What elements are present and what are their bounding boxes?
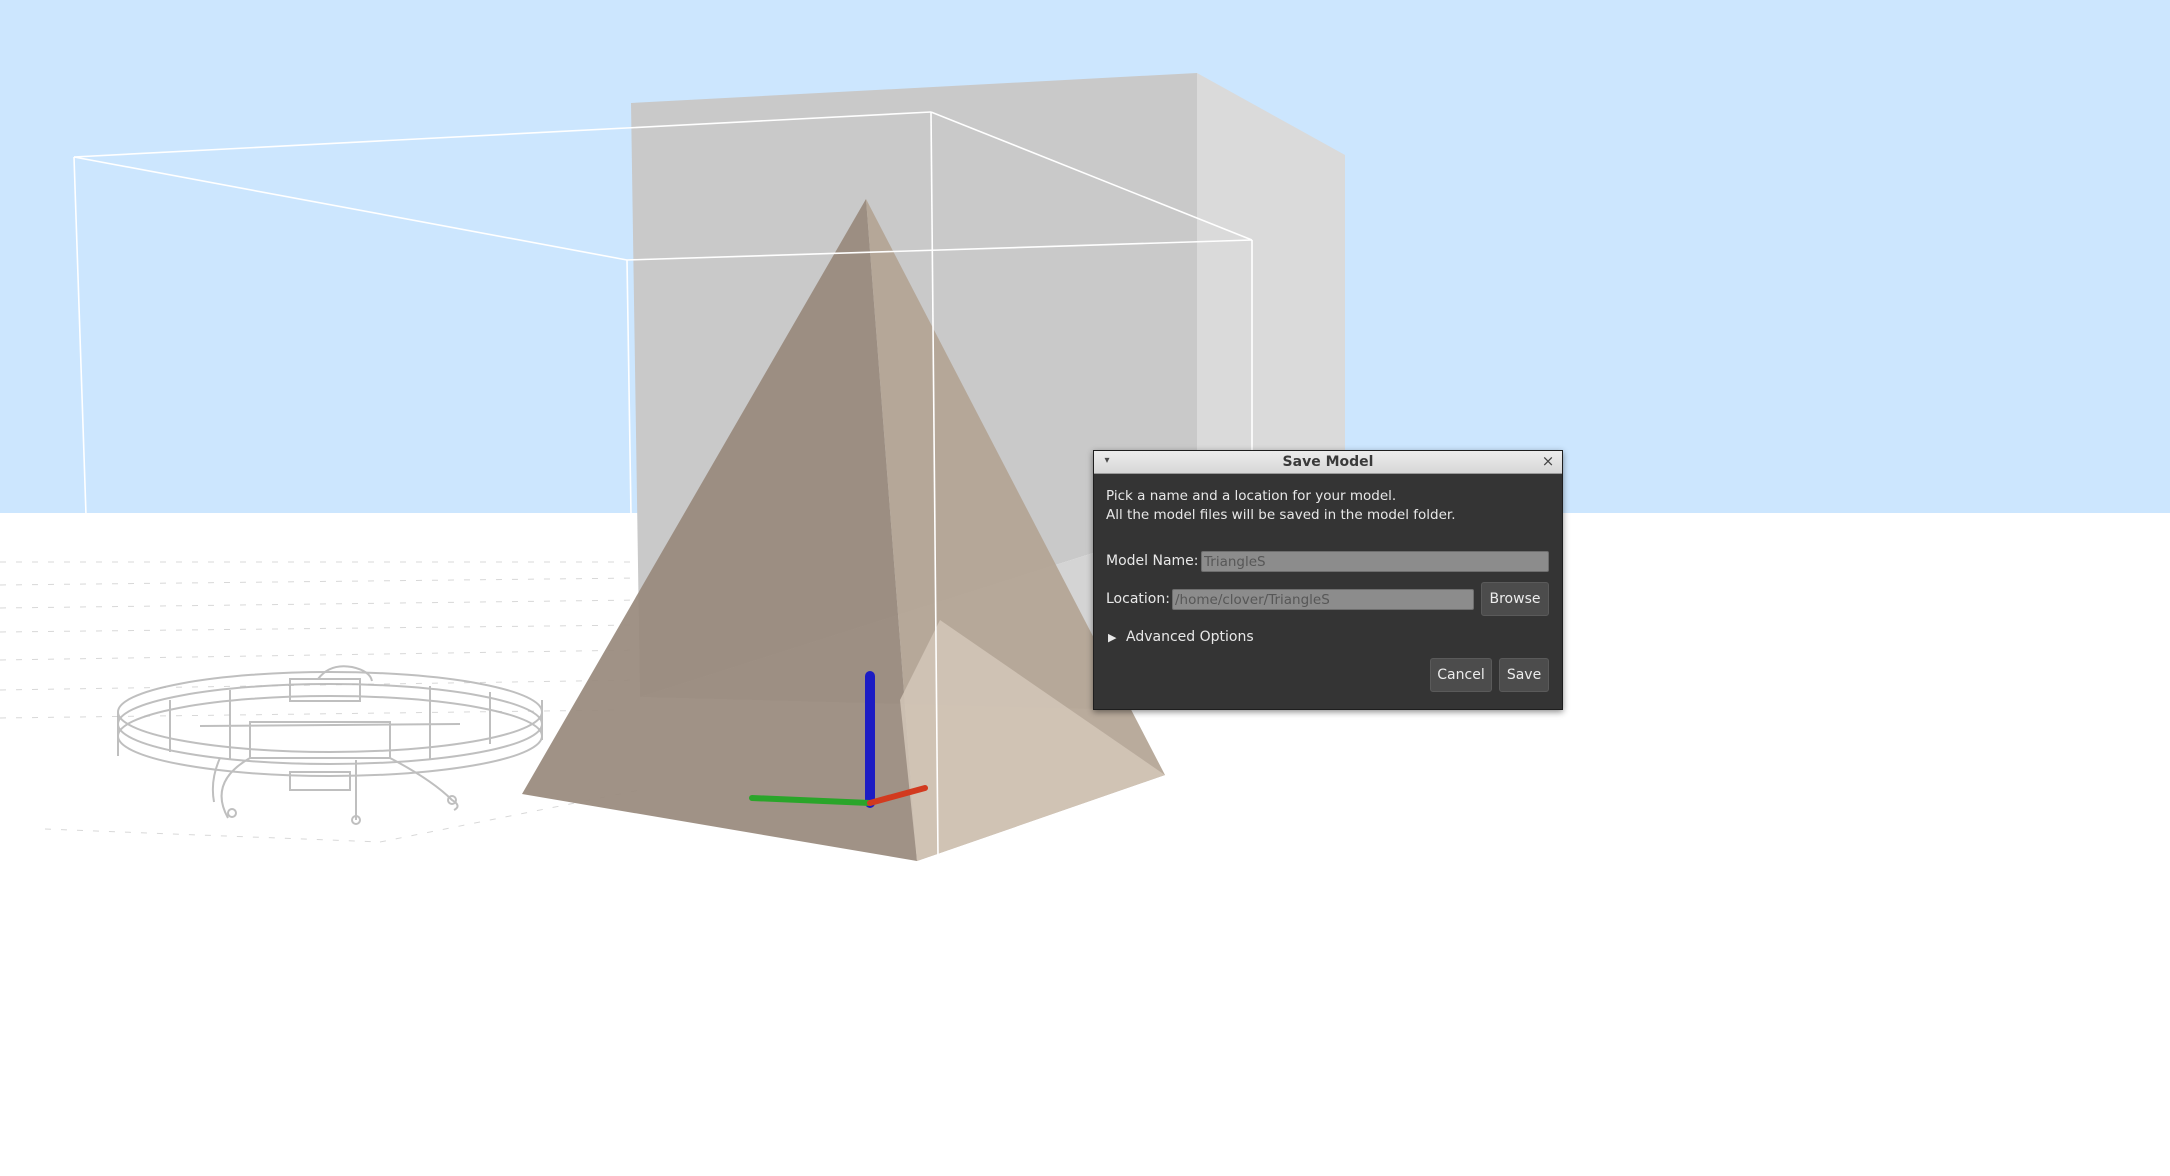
dialog-title: Save Model	[1282, 454, 1374, 470]
browse-button[interactable]: Browse	[1481, 582, 1549, 616]
cancel-button[interactable]: Cancel	[1430, 658, 1492, 692]
location-label: Location:	[1106, 591, 1170, 607]
description-line-1: Pick a name and a location for your mode…	[1106, 488, 1397, 504]
save-button[interactable]: Save	[1499, 658, 1549, 692]
advanced-options-label: Advanced Options	[1126, 629, 1254, 645]
save-model-dialog[interactable]: ▾ Save Model × Pick a name and a locatio…	[1093, 450, 1563, 710]
dialog-titlebar[interactable]: ▾ Save Model ×	[1094, 451, 1562, 474]
description-line-2: All the model files will be saved in the…	[1106, 507, 1456, 523]
dialog-description: Pick a name and a location for your mode…	[1106, 487, 1456, 525]
chevron-down-icon[interactable]: ▾	[1099, 453, 1115, 469]
model-name-input[interactable]	[1201, 551, 1549, 572]
scene-canvas[interactable]	[0, 0, 2170, 1176]
3d-viewport[interactable]	[0, 0, 2170, 1176]
location-input[interactable]	[1172, 589, 1474, 610]
model-name-label: Model Name:	[1106, 553, 1199, 569]
advanced-options-toggle[interactable]: ▶ Advanced Options	[1108, 629, 1254, 645]
triangle-right-icon: ▶	[1108, 631, 1117, 644]
close-icon[interactable]: ×	[1540, 453, 1556, 469]
